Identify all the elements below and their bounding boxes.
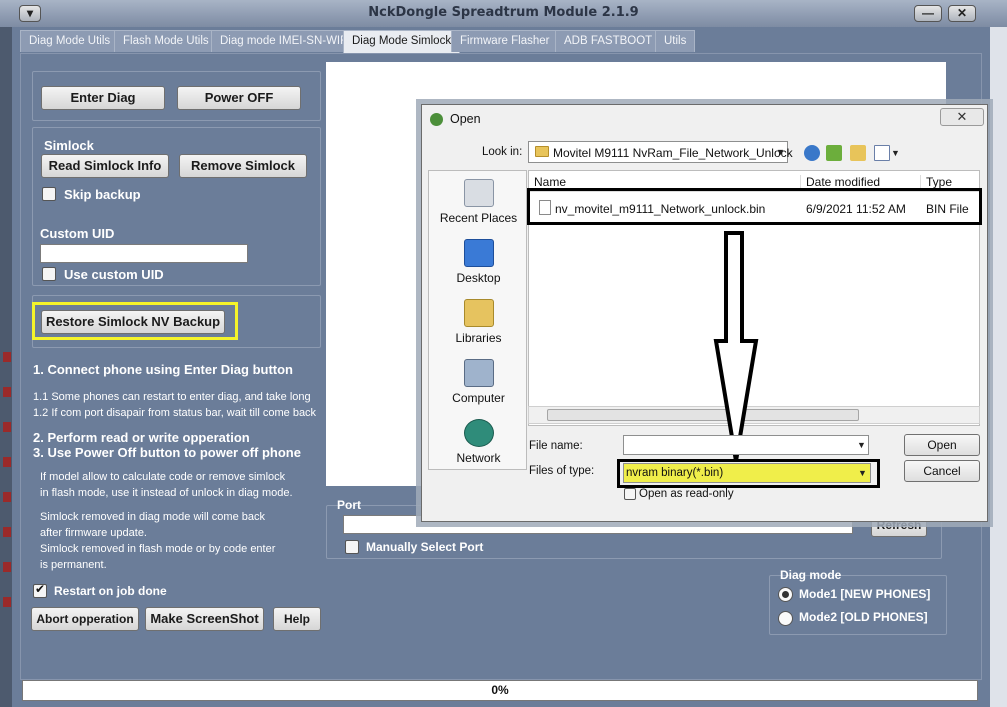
tab-utils[interactable]: Utils — [655, 30, 696, 52]
places-bar: Recent Places Desktop Libraries Computer… — [428, 170, 527, 470]
look-in-combo[interactable]: Movitel M9111 NvRam_File_Network_Unlock … — [528, 141, 793, 163]
mode2-radio[interactable] — [778, 611, 793, 626]
manually-select-port-label: Manually Select Port — [366, 540, 484, 554]
tab-diag-mode-simlock[interactable]: Diag Mode Simlock — [343, 30, 461, 53]
read-simlock-info-button[interactable]: Read Simlock Info — [41, 154, 169, 178]
place-recent-places[interactable]: Recent Places — [429, 179, 528, 225]
main-window: ▾ NckDongle Spreadtrum Module 2.1.9 — ✕ … — [0, 0, 1007, 707]
instruction-step-1: 1. Connect phone using Enter Diag button — [33, 362, 293, 377]
port-label: Port — [337, 498, 361, 512]
annotation-arrow — [713, 231, 759, 462]
mode1-radio[interactable] — [778, 587, 793, 602]
chevron-down-icon: ▼ — [857, 440, 866, 450]
files-of-type-value: nvram binary(*.bin) — [626, 467, 724, 479]
title-bar: ▾ NckDongle Spreadtrum Module 2.1.9 — ✕ — [0, 0, 1007, 27]
chevron-down-icon[interactable]: ▼ — [891, 148, 900, 158]
files-of-type-select[interactable]: nvram binary(*.bin) ▼ — [623, 463, 871, 483]
info-text: Simlock removed in flash mode or by code… — [40, 543, 276, 555]
open-button[interactable]: Open — [904, 434, 980, 456]
make-screenshot-button[interactable]: Make ScreenShot — [145, 607, 264, 631]
new-folder-icon[interactable] — [850, 145, 866, 161]
dialog-title-bar: Open ✕ — [422, 105, 987, 132]
mode1-label: Mode1 [NEW PHONES] — [799, 587, 931, 601]
tab-firmware-flasher[interactable]: Firmware Flasher — [451, 30, 559, 52]
app-icon — [430, 113, 443, 126]
instruction-step-3: 3. Use Power Off button to power off pho… — [33, 445, 301, 460]
look-in-value: Movitel M9111 NvRam_File_Network_Unlock — [553, 146, 793, 160]
skip-backup-label: Skip backup — [64, 187, 141, 202]
info-text: in flash mode, use it instead of unlock … — [40, 487, 293, 499]
window-title: NckDongle Spreadtrum Module 2.1.9 — [368, 5, 639, 20]
open-file-dialog: Open ✕ Look in: Movitel M9111 NvRam_File… — [421, 104, 988, 522]
restore-simlock-nv-backup-button[interactable]: Restore Simlock NV Backup — [41, 310, 225, 334]
remove-simlock-button[interactable]: Remove Simlock — [179, 154, 307, 178]
progress-text: 0% — [491, 683, 509, 697]
open-as-read-only-label: Open as read-only — [639, 488, 734, 500]
tab-flash-mode-utils[interactable]: Flash Mode Utils — [114, 30, 218, 52]
background-window-strip-right — [990, 27, 1007, 707]
dialog-title: Open — [450, 112, 481, 126]
use-custom-uid-checkbox[interactable] — [42, 267, 56, 281]
skip-backup-checkbox[interactable] — [42, 187, 56, 201]
diag-mode-label: Diag mode — [780, 568, 842, 582]
place-network[interactable]: Network — [429, 419, 528, 465]
use-custom-uid-label: Use custom UID — [64, 267, 164, 282]
place-desktop[interactable]: Desktop — [429, 239, 528, 285]
abort-operation-button[interactable]: Abort opperation — [31, 607, 139, 631]
restart-on-job-done-checkbox[interactable] — [33, 582, 47, 598]
minimize-button[interactable]: — — [914, 5, 942, 22]
instruction-note-1-2: 1.2 If com port disapair from status bar… — [33, 407, 317, 419]
tab-diag-mode-imei[interactable]: Diag mode IMEI-SN-WIFI — [211, 30, 360, 52]
place-libraries[interactable]: Libraries — [429, 299, 528, 345]
file-name-label: File name: — [529, 440, 583, 452]
tab-diag-mode-utils[interactable]: Diag Mode Utils — [20, 30, 120, 52]
tab-adb-fastboot[interactable]: ADB FASTBOOT — [555, 30, 662, 52]
open-as-read-only-checkbox[interactable] — [624, 488, 636, 500]
info-text: is permanent. — [40, 559, 107, 571]
up-folder-icon[interactable] — [826, 145, 842, 161]
help-button[interactable]: Help — [273, 607, 321, 631]
close-button[interactable]: ✕ — [948, 5, 976, 22]
chevron-down-icon: ▼ — [858, 468, 867, 478]
chevron-down-icon: ▼ — [776, 147, 785, 157]
info-text: after firmware update. — [40, 527, 147, 539]
folder-icon — [535, 146, 549, 157]
info-text: Simlock removed in diag mode will come b… — [40, 511, 265, 523]
progress-bar: 0% — [22, 680, 978, 701]
diag-mode-group — [769, 575, 947, 635]
enter-diag-button[interactable]: Enter Diag — [41, 86, 165, 110]
files-of-type-label: Files of type: — [529, 465, 595, 477]
file-highlight-box — [527, 188, 982, 225]
power-off-button[interactable]: Power OFF — [177, 86, 301, 110]
network-icon — [463, 419, 494, 447]
info-text: If model allow to calculate code or remo… — [40, 471, 286, 483]
file-name-input[interactable]: ▼ — [623, 435, 869, 455]
custom-uid-label: Custom UID — [40, 226, 115, 241]
instruction-note-1-1: 1.1 Some phones can restart to enter dia… — [33, 391, 311, 403]
mode2-label: Mode2 [OLD PHONES] — [799, 610, 928, 624]
instruction-step-2: 2. Perform read or write opperation — [33, 430, 250, 445]
view-menu-icon[interactable] — [874, 145, 890, 161]
scrollbar-thumb[interactable] — [547, 409, 859, 421]
desktop-icon — [463, 239, 494, 267]
custom-uid-input[interactable] — [40, 244, 248, 263]
libraries-icon — [463, 299, 494, 327]
place-computer[interactable]: Computer — [429, 359, 528, 405]
background-window-strip — [0, 27, 12, 707]
restart-on-job-done-label: Restart on job done — [54, 584, 167, 598]
recent-places-icon — [463, 179, 494, 207]
look-in-label: Look in: — [482, 146, 523, 158]
manually-select-port-checkbox[interactable] — [345, 540, 359, 554]
back-icon[interactable] — [804, 145, 820, 161]
computer-icon — [463, 359, 494, 387]
simlock-group-label: Simlock — [44, 138, 94, 153]
cancel-button[interactable]: Cancel — [904, 460, 980, 482]
dialog-close-button[interactable]: ✕ — [940, 108, 984, 126]
